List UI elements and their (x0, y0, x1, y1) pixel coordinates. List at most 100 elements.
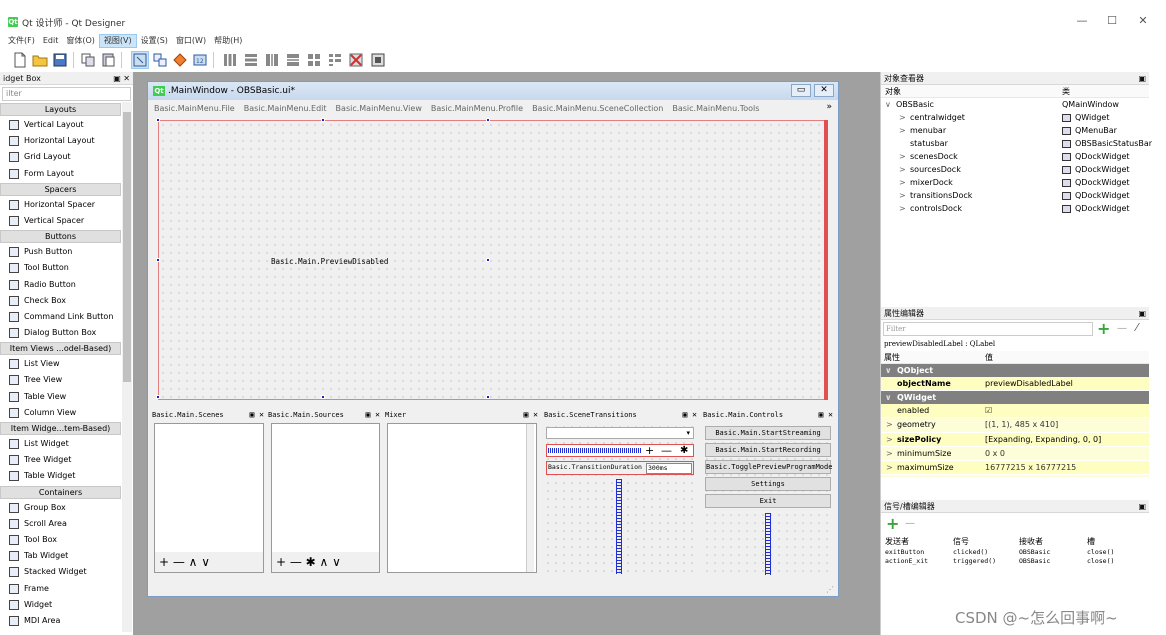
menu-view[interactable]: 视图(V) (98, 34, 137, 48)
object-tree-row[interactable]: > centralwidget QWidget (881, 111, 1149, 124)
widget-item[interactable]: Tab Widget (0, 548, 133, 564)
add-transition-button[interactable]: + (645, 444, 654, 457)
dock-float-close-icons[interactable]: ▣ ✕ (250, 409, 264, 421)
sources-toolbar[interactable]: + — ✱ ∧ ∨ (272, 552, 379, 572)
widget-item[interactable]: Push Button (0, 244, 133, 260)
property-row[interactable]: > minimumSize 0 x 0 (881, 446, 1149, 461)
widget-item[interactable]: Grid Layout (0, 149, 133, 165)
widget-item[interactable]: Vertical Layout (0, 117, 133, 133)
add-connection-icon[interactable]: + (886, 514, 899, 533)
object-tree-row[interactable]: statusbar OBSBasicStatusBar (881, 137, 1152, 150)
maximize-button[interactable]: ☐ (1102, 14, 1122, 27)
collapse-arrow-icon[interactable]: ∨ (885, 391, 892, 404)
central-widget[interactable]: Basic.Main.PreviewDisabled (156, 118, 826, 400)
size-grip-icon[interactable]: ⋰ (826, 585, 834, 594)
property-section[interactable]: ∨ QObject (881, 364, 1149, 377)
expand-arrow-icon[interactable]: > (899, 111, 906, 124)
widget-item[interactable]: Check Box (0, 293, 133, 309)
object-tree-row[interactable]: ∨ OBSBasic QMainWindow (881, 98, 1149, 111)
property-row[interactable]: > sizePolicy [Expanding, Expanding, 0, 0] (881, 432, 1149, 447)
toggle-preview-program-button[interactable]: Basic.TogglePreviewProgramMode (705, 460, 832, 474)
collapse-arrow-icon[interactable]: ∨ (885, 364, 892, 377)
expand-arrow-icon[interactable]: > (886, 475, 893, 477)
object-tree-row[interactable]: > controlsDock QDockWidget (881, 202, 1149, 215)
menu-file[interactable]: 文件(F) (4, 34, 39, 48)
widget-item[interactable]: Group Box (0, 500, 133, 516)
dock-float-close-icons[interactable]: ▣ ✕ (683, 409, 697, 421)
widget-category[interactable]: Item Widge...tem-Based) (0, 422, 121, 435)
start-streaming-button[interactable]: Basic.Main.StartStreaming (705, 426, 831, 440)
widget-item[interactable]: MDI Area (0, 613, 133, 629)
property-row[interactable]: > geometry [(1, 1), 485 x 410] (881, 418, 1149, 433)
property-value[interactable]: 16777215 x 16777215 (985, 461, 1076, 475)
expand-arrow-icon[interactable]: > (886, 461, 893, 475)
object-tree-row[interactable]: > scenesDock QDockWidget (881, 150, 1149, 163)
close-button[interactable]: ✕ (1133, 14, 1153, 27)
form-menu-item[interactable]: Basic.MainMenu.Profile (431, 102, 523, 116)
add-dynamic-property-icon[interactable]: + (1097, 319, 1110, 338)
layout-grid-icon[interactable] (306, 52, 322, 68)
expand-arrow-icon[interactable]: > (899, 189, 906, 202)
widget-item[interactable]: Widget (0, 597, 133, 613)
widget-category[interactable]: Spacers (0, 182, 121, 196)
menu-edit[interactable]: Edit (39, 34, 63, 48)
expand-arrow-icon[interactable]: > (899, 176, 906, 189)
resize-handle[interactable] (156, 395, 160, 399)
edit-tab-order-icon[interactable]: 12 (192, 52, 208, 68)
dock-float-icon[interactable]: ▣ (1138, 307, 1146, 320)
property-row[interactable]: enabled ☑ (881, 404, 1149, 419)
dock-float-close-icons[interactable]: ▣ ✕ (819, 409, 833, 421)
widget-item[interactable]: Tree View (0, 372, 133, 388)
property-value[interactable]: 0 x 0 (985, 447, 1005, 461)
expand-arrow-icon[interactable]: > (886, 447, 893, 461)
widget-item[interactable]: Command Link Button (0, 309, 133, 325)
dock-float-icon[interactable]: ▣ (1138, 500, 1146, 513)
form-menu-item[interactable]: Basic.MainMenu.Tools (672, 102, 759, 116)
widget-item[interactable]: Form Layout (0, 166, 133, 182)
copy-icon[interactable] (80, 52, 96, 68)
menu-settings[interactable]: 设置(S) (137, 34, 172, 48)
layout-horizontal-icon[interactable] (222, 52, 238, 68)
scenes-list[interactable]: + — ∧ ∨ (154, 423, 264, 573)
widget-item[interactable]: Frame (0, 581, 133, 597)
property-row[interactable]: > maximumSize 16777215 x 16777215 (881, 460, 1149, 476)
resize-handle[interactable] (486, 395, 490, 399)
widget-item[interactable]: Stacked Widget (0, 564, 133, 580)
menu-help[interactable]: 帮助(H) (210, 34, 246, 48)
widget-item[interactable]: List View (0, 356, 133, 372)
widget-item[interactable]: Radio Button (0, 277, 133, 293)
widget-item[interactable]: Table Widget (0, 468, 133, 484)
remove-dynamic-property-icon[interactable]: — (1117, 323, 1127, 334)
widget-item[interactable]: Horizontal Layout (0, 133, 133, 149)
new-file-icon[interactable] (12, 52, 28, 68)
remove-connection-icon[interactable]: — (905, 518, 915, 529)
widget-item[interactable]: Dialog Button Box (0, 325, 133, 341)
resize-handle[interactable] (156, 258, 160, 262)
resize-handle[interactable] (321, 118, 325, 122)
menu-overflow-icon[interactable]: » (826, 102, 832, 112)
form-close-button[interactable]: ✕ (814, 84, 834, 97)
menu-form[interactable]: 窗体(O) (62, 34, 99, 48)
widget-filter-input[interactable]: ilter (2, 87, 131, 101)
property-value[interactable]: 0 x 0 (985, 475, 1005, 477)
open-folder-icon[interactable] (32, 52, 48, 68)
edit-buddies-icon[interactable] (172, 52, 188, 68)
scenes-toolbar[interactable]: + — ∧ ∨ (155, 552, 263, 572)
property-value[interactable]: [(1, 1), 485 x 410] (985, 418, 1058, 432)
form-menu-item[interactable]: Basic.MainMenu.SceneCollection (532, 102, 663, 116)
layout-splitter-h-icon[interactable] (264, 52, 280, 68)
connection-row[interactable]: exitButton clicked() OBSBasic close() (881, 548, 1149, 557)
expand-arrow-icon[interactable]: > (886, 418, 893, 432)
widget-category[interactable]: Buttons (0, 230, 121, 244)
wrench-icon[interactable]: ⁄ (1136, 321, 1138, 334)
minimize-button[interactable]: — (1072, 14, 1092, 27)
form-menu-item[interactable]: Basic.MainMenu.View (336, 102, 422, 116)
edit-widgets-icon[interactable] (131, 51, 149, 69)
dock-float-close-icons[interactable]: ▣ ✕ (113, 72, 130, 85)
layout-form-icon[interactable] (327, 52, 343, 68)
expand-arrow-icon[interactable]: > (899, 124, 906, 137)
widget-item[interactable]: Tool Box (0, 532, 133, 548)
mixer-scrollbar[interactable] (526, 424, 534, 572)
transition-duration-spinbox[interactable]: 300ms (646, 463, 692, 474)
exit-button[interactable]: Exit (705, 494, 831, 508)
